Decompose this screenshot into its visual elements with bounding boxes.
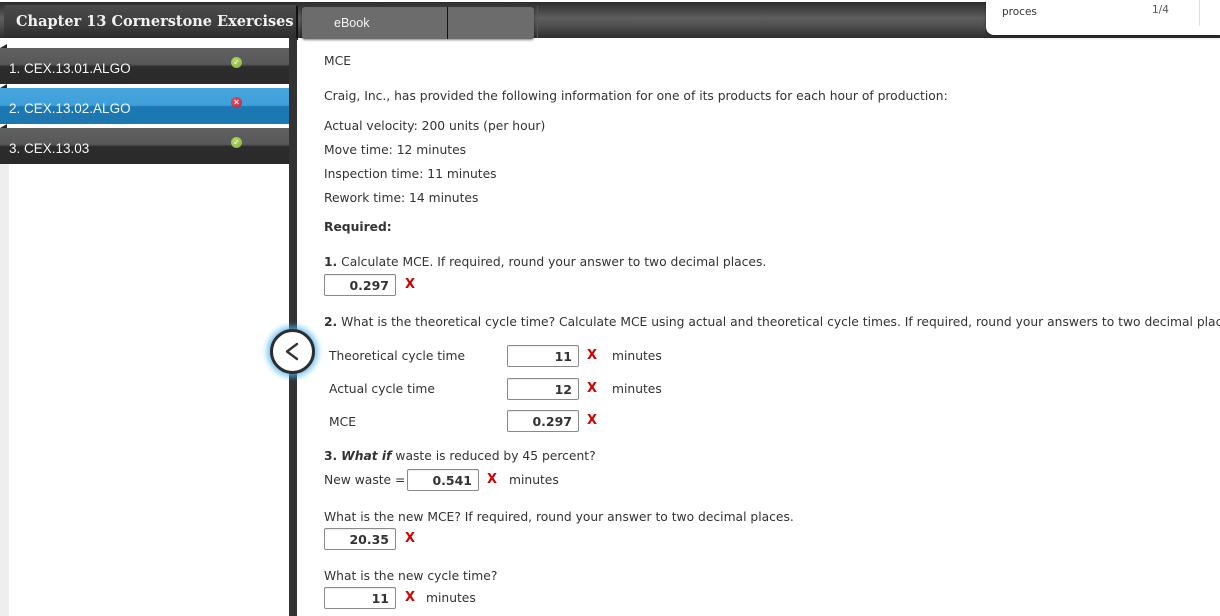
theoretical-cycle-time-input[interactable]: [507, 345, 579, 367]
unit-label: minutes: [426, 591, 476, 605]
question-text: What is the theoretical cycle time? Calc…: [337, 315, 1220, 329]
incorrect-x-icon: X: [487, 472, 498, 487]
incorrect-x-icon: X: [587, 348, 598, 363]
item-notch: [0, 84, 7, 88]
chapter-title: Chapter 13 Cornerstone Exercises: [4, 5, 296, 40]
new-mce-question: What is the new MCE? If required, round …: [324, 510, 794, 524]
sidebar-gutter: [0, 164, 9, 616]
find-in-page-bar: 1/4: [986, 0, 1220, 35]
check-circle-icon: ✓: [231, 137, 242, 148]
question-text: Calculate MCE. If required, round your a…: [337, 255, 767, 269]
question-number: 2.: [324, 315, 338, 329]
what-if-label: What if: [341, 449, 392, 463]
sidebar-item-cex-13-02[interactable]: 2. CEX.13.02.ALGO ✕: [0, 84, 290, 124]
incorrect-x-icon: X: [587, 413, 598, 428]
question-sidebar: 1. CEX.13.01.ALGO ✓ 2. CEX.13.02.ALGO ✕ …: [0, 38, 290, 616]
item-notch: [0, 44, 7, 48]
sidebar-item-label: 1. CEX.13.01.ALGO: [9, 61, 131, 76]
incorrect-x-icon: X: [587, 381, 598, 396]
find-input[interactable]: [1002, 4, 1122, 20]
find-match-count: 1/4: [1152, 4, 1169, 16]
problem-intro: Craig, Inc., has provided the following …: [324, 89, 948, 103]
problem-heading: MCE: [324, 54, 351, 68]
header-divider: [296, 6, 298, 40]
question-3-prompt: 3. What if waste is reduced by 45 percen…: [324, 449, 596, 463]
x-circle-icon: ✕: [231, 97, 242, 108]
sidebar-item-label: 3. CEX.13.03: [9, 141, 90, 156]
fact-move-time: Move time: 12 minutes: [324, 143, 467, 157]
new-cycle-time-input[interactable]: [324, 587, 396, 609]
sidebar-item-cex-13-03[interactable]: 3. CEX.13.03 ✓: [0, 124, 290, 164]
tab-blank[interactable]: [448, 7, 534, 39]
item-notch: [0, 124, 7, 128]
q1-mce-answer-input[interactable]: [324, 274, 396, 296]
new-waste-label: New waste =: [324, 473, 406, 487]
unit-label: minutes: [612, 382, 662, 396]
sidebar-item-cex-13-01[interactable]: 1. CEX.13.01.ALGO ✓: [0, 44, 290, 84]
fact-inspection-time: Inspection time: 11 minutes: [324, 167, 497, 181]
tab-group-edge: [537, 6, 538, 38]
theoretical-cycle-time-label: Theoretical cycle time: [329, 349, 466, 363]
question-number: 1.: [324, 255, 338, 269]
new-cycle-time-question: What is the new cycle time?: [324, 569, 498, 583]
q2-mce-input[interactable]: [507, 410, 579, 432]
actual-cycle-time-label: Actual cycle time: [329, 382, 435, 396]
fact-actual-velocity: Actual velocity: 200 units (per hour): [324, 119, 546, 133]
unit-label: minutes: [612, 349, 662, 363]
new-mce-input[interactable]: [324, 528, 396, 550]
panel-splitter[interactable]: [289, 38, 297, 616]
find-divider: [1199, 0, 1200, 26]
sidebar-item-label: 2. CEX.13.02.ALGO: [9, 101, 131, 116]
tab-group: eBook: [302, 7, 534, 39]
question-2-prompt: 2. What is the theoretical cycle time? C…: [324, 315, 1220, 329]
chevron-left-icon: [285, 342, 299, 361]
new-waste-input[interactable]: [407, 469, 479, 491]
incorrect-x-icon: X: [405, 277, 416, 292]
collapse-sidebar-button[interactable]: [270, 329, 315, 374]
incorrect-x-icon: X: [405, 590, 416, 605]
incorrect-x-icon: X: [405, 531, 416, 546]
question-text: waste is reduced by 45 percent?: [391, 449, 596, 463]
actual-cycle-time-input[interactable]: [507, 378, 579, 400]
check-circle-icon: ✓: [231, 57, 242, 68]
required-label: Required:: [324, 220, 392, 234]
fact-rework-time: Rework time: 14 minutes: [324, 191, 479, 205]
mce-label: MCE: [329, 415, 356, 429]
unit-label: minutes: [509, 473, 559, 487]
tab-ebook[interactable]: eBook: [302, 7, 448, 39]
question-1-prompt: 1. Calculate MCE. If required, round you…: [324, 255, 766, 269]
question-number: 3.: [324, 449, 338, 463]
